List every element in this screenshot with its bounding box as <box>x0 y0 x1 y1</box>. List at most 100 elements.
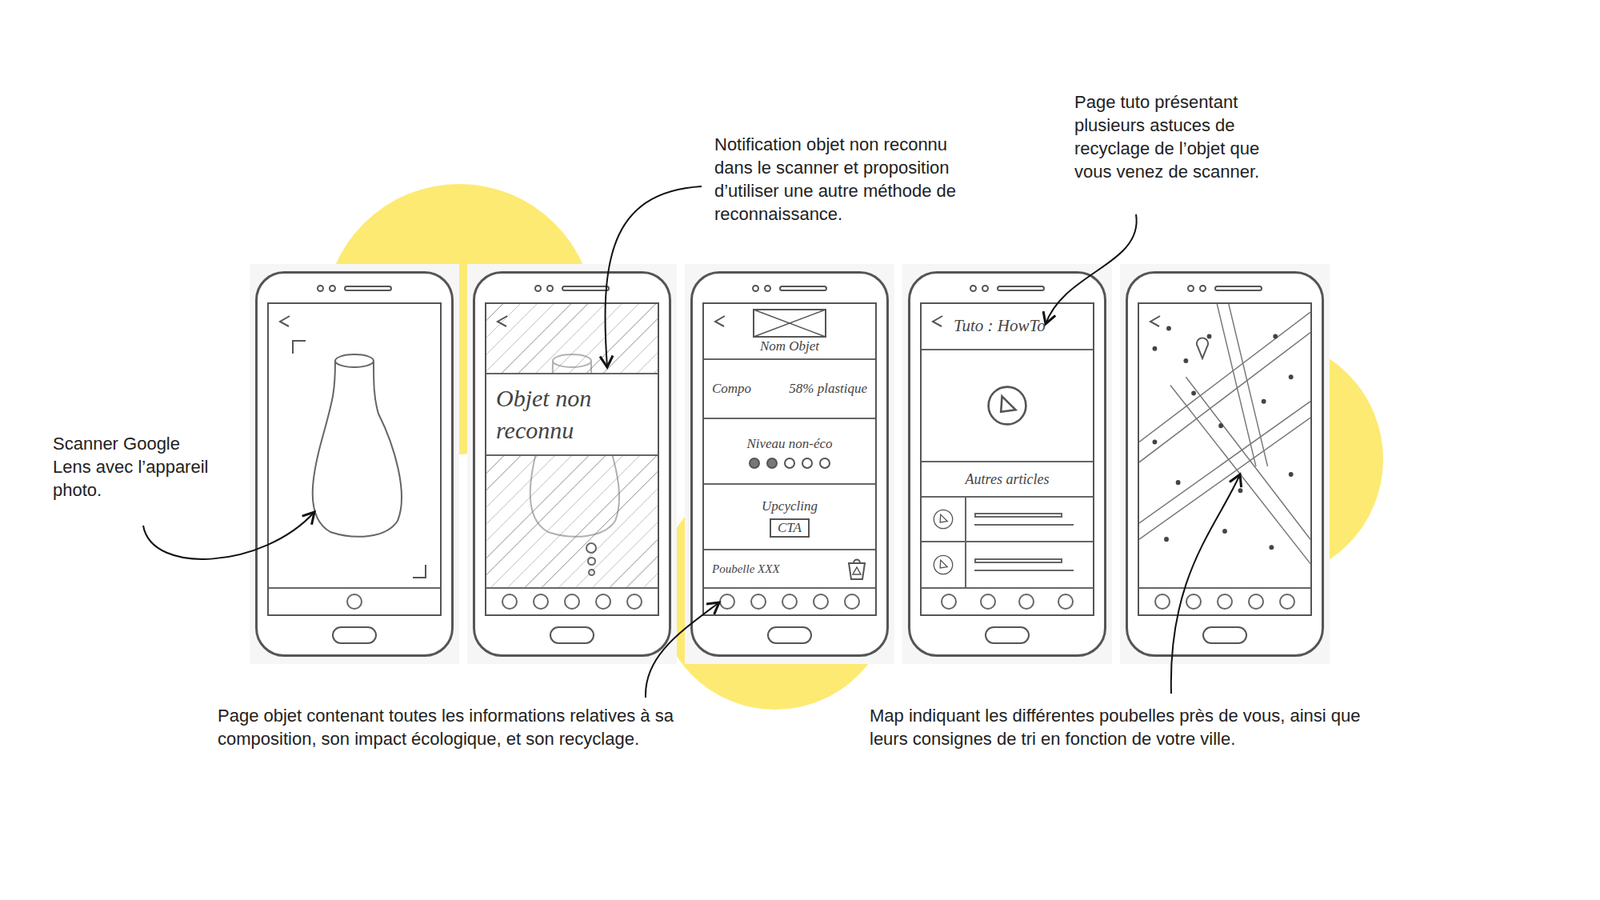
phone-bottom <box>920 616 1095 655</box>
bin-row: Poubelle XXX <box>704 550 876 588</box>
sketch-card: Objet non reconnu <box>467 264 677 664</box>
nav-button[interactable] <box>532 593 549 610</box>
nav-button[interactable] <box>1018 593 1035 610</box>
notification-text: Objet non reconnu <box>496 382 648 447</box>
phone-row: Objet non reconnu Nom ObjetCompo58% plast… <box>249 264 1330 664</box>
phone-top <box>702 273 877 303</box>
rating-dot <box>766 457 778 469</box>
phone-bottom <box>484 616 660 655</box>
back-icon[interactable] <box>712 313 728 333</box>
camera-dot <box>316 284 324 292</box>
sensor-dot <box>1199 284 1207 292</box>
nav-button[interactable] <box>1279 593 1296 610</box>
phone-screen <box>1137 302 1312 616</box>
alternative-methods[interactable] <box>585 542 597 576</box>
eco-level-label: Niveau non-éco <box>746 433 832 455</box>
article-lines <box>966 558 1093 572</box>
camera-dot <box>1187 284 1195 292</box>
play-icon[interactable] <box>932 554 954 576</box>
sketch-card <box>1120 264 1330 664</box>
play-icon[interactable] <box>986 384 1028 427</box>
sketch-card: Tuto : HowTo Autres articles <box>902 264 1112 664</box>
nav-button[interactable] <box>346 593 363 610</box>
upcycling-row: UpcyclingCTA <box>704 484 876 551</box>
speaker-slot <box>561 285 610 292</box>
phone: Objet non reconnu <box>472 271 672 657</box>
annotation-line: Scanner Google <box>52 432 208 456</box>
back-icon[interactable] <box>494 313 511 333</box>
nav-button[interactable] <box>980 593 996 610</box>
nav-button[interactable] <box>940 593 957 610</box>
nav-button[interactable] <box>750 593 767 610</box>
nav-button[interactable] <box>626 593 643 610</box>
scanner-view[interactable] <box>268 304 440 588</box>
upcycling-label: Upcycling <box>761 496 818 517</box>
phone-bottom <box>702 616 877 655</box>
sensor-dot <box>328 284 336 292</box>
annotation-line: recyclage de l’objet que <box>1074 136 1260 160</box>
article-row[interactable] <box>921 542 1093 588</box>
scanner-view[interactable]: Objet non reconnu <box>486 304 658 588</box>
nav-button[interactable] <box>844 593 860 610</box>
home-button[interactable] <box>332 626 377 644</box>
method-dot[interactable] <box>588 568 596 576</box>
back-icon[interactable] <box>276 313 293 333</box>
back-icon[interactable] <box>929 313 946 333</box>
nav-button[interactable] <box>1185 593 1202 610</box>
annotation: Page objet contenant toutes les informat… <box>217 704 674 751</box>
object-header: Nom Objet <box>704 304 876 360</box>
home-button[interactable] <box>1202 626 1248 644</box>
sensor-dot <box>764 284 772 292</box>
play-icon[interactable] <box>932 508 954 530</box>
nav-button[interactable] <box>1057 593 1074 610</box>
nav-button[interactable] <box>564 593 580 610</box>
phone: Nom ObjetCompo58% plastique Niveau non-éc… <box>690 271 889 657</box>
home-button[interactable] <box>549 626 595 644</box>
phone-top <box>267 273 442 303</box>
camera-dot <box>752 284 760 292</box>
nav-bar <box>1139 587 1311 615</box>
annotation: Scanner GoogleLens avec l’appareilphoto. <box>52 432 208 502</box>
annotation-line: Page objet contenant toutes les informat… <box>217 704 674 728</box>
annotation-line: Lens avec l’appareil <box>52 455 208 479</box>
annotation: Page tuto présentantplusieurs astuces de… <box>1074 90 1260 184</box>
other-articles-heading: Autres articles <box>921 460 1093 498</box>
rating-dot <box>819 457 831 469</box>
nav-button[interactable] <box>812 593 829 610</box>
tuto-header: Tuto : HowTo <box>921 304 1093 351</box>
nav-bar <box>921 587 1093 615</box>
nav-button[interactable] <box>501 593 518 610</box>
tuto-video[interactable] <box>921 350 1093 461</box>
phone-screen: Nom ObjetCompo58% plastique Niveau non-éc… <box>702 302 877 616</box>
home-button[interactable] <box>767 626 812 644</box>
nav-button[interactable] <box>595 593 612 610</box>
nav-button[interactable] <box>719 593 736 610</box>
method-dot[interactable] <box>585 542 597 554</box>
nav-button[interactable] <box>781 593 798 610</box>
back-icon[interactable] <box>1147 313 1164 333</box>
annotation-line: reconnaissance. <box>714 202 956 226</box>
nav-button[interactable] <box>1248 593 1264 610</box>
method-dot[interactable] <box>587 556 596 566</box>
nav-button[interactable] <box>1154 593 1171 610</box>
object-page: Nom ObjetCompo58% plastique Niveau non-éc… <box>704 304 876 588</box>
phone-top <box>920 273 1095 303</box>
annotation-line: composition, son impact écologique, et s… <box>217 727 674 751</box>
annotation-line: vous venez de scanner. <box>1074 160 1260 184</box>
map-streets-icon <box>1139 304 1311 588</box>
tuto-page: Tuto : HowTo Autres articles <box>921 304 1093 588</box>
composition-row: Compo58% plastique <box>704 360 876 420</box>
home-button[interactable] <box>984 626 1030 644</box>
nav-button[interactable] <box>1216 593 1233 610</box>
eco-level-row: Niveau non-éco <box>704 419 876 485</box>
cta-button[interactable]: CTA <box>769 518 810 538</box>
article-row[interactable] <box>921 497 1093 543</box>
phone-top <box>1137 273 1312 303</box>
not-recognized-notification[interactable]: Objet non reconnu <box>486 372 658 456</box>
bin-map[interactable] <box>1139 304 1311 588</box>
location-pin-icon[interactable] <box>1195 336 1210 360</box>
annotation-line: Page tuto présentant <box>1074 90 1260 114</box>
phone-bottom <box>267 616 442 655</box>
article-thumb <box>921 542 967 588</box>
composition-value: 58% plastique <box>788 378 868 400</box>
